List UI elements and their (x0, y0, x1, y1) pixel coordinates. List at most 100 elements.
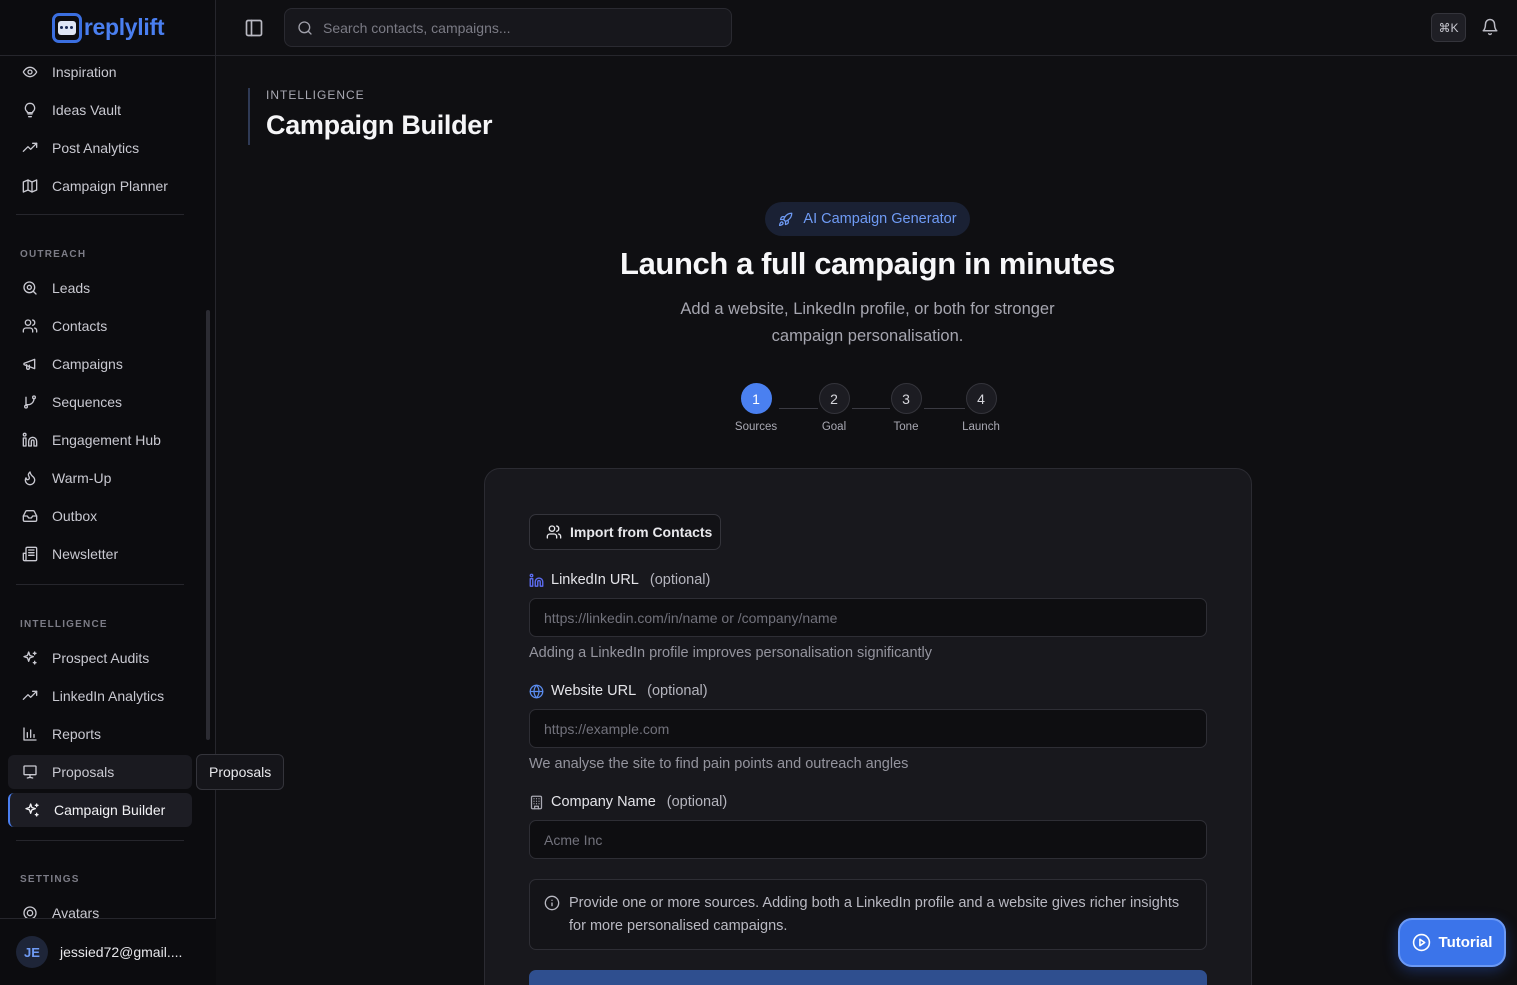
sidebar-item-avatars[interactable]: Avatars (8, 896, 192, 918)
logo-bar: replylift (0, 0, 216, 56)
info-icon (544, 895, 560, 911)
linkedin-url-input[interactable] (529, 598, 1207, 637)
sidebar-item-inspiration[interactable]: Inspiration (8, 56, 192, 89)
page-header: INTELLIGENCE Campaign Builder (248, 88, 493, 145)
sparkles-icon (23, 651, 37, 665)
optional-tag: (optional) (647, 683, 708, 699)
newspaper-icon (22, 546, 38, 562)
megaphone-icon (23, 358, 36, 370)
sidebar-nav: Inspiration Ideas Vault Post Analytics C… (0, 56, 216, 918)
step-number: 1 (740, 383, 772, 414)
sidebar-item-label: Campaign Builder (54, 802, 166, 818)
sidebar-item-ideas-vault[interactable]: Ideas Vault (8, 93, 192, 127)
import-from-contacts-button[interactable]: Import from Contacts (529, 514, 721, 550)
sidebar-item-newsletter[interactable]: Newsletter (8, 537, 192, 571)
section-label-intelligence: INTELLIGENCE (20, 619, 108, 630)
step-number: 4 (965, 383, 997, 414)
sources-form-card: Import from Contacts LinkedIn URL (optio… (484, 468, 1252, 985)
inbox-icon (22, 510, 38, 522)
section-label-settings: SETTINGS (20, 874, 80, 885)
sidebar-toggle-icon[interactable] (244, 18, 264, 38)
field-label-text: Company Name (551, 794, 656, 810)
step-number: 3 (890, 383, 922, 414)
sidebar-divider (16, 214, 184, 215)
sources-info-box: Provide one or more sources. Adding both… (529, 879, 1207, 950)
sidebar: replylift Inspiration Ideas Vault Post A… (0, 0, 216, 985)
git-branch-icon (24, 395, 36, 409)
sidebar-item-post-analytics[interactable]: Post Analytics (8, 131, 192, 165)
search-icon (23, 281, 37, 295)
presentation-icon (23, 765, 37, 779)
sidebar-item-engagement-hub[interactable]: Engagement Hub (8, 423, 192, 457)
trending-up-icon (22, 690, 38, 700)
company-name-input[interactable] (529, 820, 1207, 859)
continue-button[interactable] (529, 970, 1207, 985)
sidebar-item-prospect-audits[interactable]: Prospect Audits (8, 641, 192, 675)
sidebar-item-label: Leads (52, 280, 91, 296)
sidebar-item-label: Proposals (52, 764, 115, 780)
search-box[interactable] (284, 8, 732, 47)
sidebar-item-campaigns[interactable]: Campaigns (8, 347, 192, 381)
sidebar-item-linkedin-analytics[interactable]: LinkedIn Analytics (8, 679, 192, 713)
ai-generator-badge: AI Campaign Generator (765, 202, 970, 236)
brand-logo[interactable]: replylift (51, 12, 165, 43)
sidebar-item-sequences[interactable]: Sequences (8, 385, 192, 419)
step-label: Goal (821, 421, 847, 433)
sidebar-item-label: Contacts (52, 318, 108, 334)
sidebar-item-label: Prospect Audits (52, 650, 150, 666)
sidebar-scrollbar[interactable] (206, 310, 210, 740)
step-sources[interactable]: 1 Sources (726, 383, 786, 433)
trending-up-icon (22, 142, 38, 152)
sidebar-item-label: Campaign Planner (52, 178, 168, 194)
page-eyebrow: INTELLIGENCE (266, 88, 365, 102)
linkedin-icon (529, 573, 544, 587)
sidebar-item-label: Inspiration (52, 64, 117, 80)
step-tone[interactable]: 3 Tone (876, 383, 936, 433)
field-label-text: LinkedIn URL (551, 572, 639, 588)
optional-tag: (optional) (666, 794, 728, 810)
sidebar-item-contacts[interactable]: Contacts (8, 309, 192, 343)
step-launch[interactable]: 4 Launch (951, 383, 1011, 433)
tutorial-button[interactable]: Tutorial (1398, 918, 1506, 967)
avatar: JE (16, 936, 48, 968)
rocket-icon (779, 212, 793, 226)
flame-icon (24, 471, 36, 486)
info-text: Provide one or more sources. Adding both… (569, 895, 1180, 934)
logo-mark-icon (51, 12, 82, 43)
sidebar-item-campaign-builder[interactable]: Campaign Builder (8, 793, 192, 827)
users-icon (546, 525, 562, 539)
sparkles-icon (25, 803, 39, 817)
sidebar-item-campaign-planner[interactable]: Campaign Planner (8, 169, 192, 203)
user-menu[interactable]: JE jessied72@gmail.... (0, 918, 216, 985)
command-shortcut-button[interactable]: ⌘K (1431, 13, 1466, 42)
sidebar-item-label: Newsletter (52, 546, 119, 562)
sidebar-item-proposals[interactable]: Proposals (8, 755, 192, 789)
website-url-label: Website URL (optional) (529, 683, 708, 699)
linkedin-icon (22, 432, 38, 447)
linkedin-help-text: Adding a LinkedIn profile improves perso… (529, 645, 933, 661)
map-icon (22, 179, 38, 193)
step-label: Tone (893, 421, 919, 433)
topbar: ⌘K (216, 0, 1517, 56)
sidebar-item-label: LinkedIn Analytics (52, 688, 165, 704)
step-label: Sources (734, 421, 778, 433)
brand-name: replylift (83, 14, 165, 40)
import-button-label: Import from Contacts (570, 524, 713, 540)
sidebar-item-label: Reports (52, 726, 102, 742)
website-url-input[interactable] (529, 709, 1207, 748)
sidebar-item-reports[interactable]: Reports (8, 717, 192, 751)
sidebar-item-label: Post Analytics (52, 140, 140, 156)
sidebar-item-outbox[interactable]: Outbox (8, 499, 192, 533)
sidebar-item-label: Campaigns (52, 356, 123, 372)
bell-icon[interactable] (1481, 18, 1499, 36)
search-input[interactable] (323, 19, 703, 36)
eye-icon (22, 66, 38, 78)
hero-title: Launch a full campaign in minutes (620, 246, 1115, 281)
sidebar-item-warm-up[interactable]: Warm-Up (8, 461, 192, 495)
step-goal[interactable]: 2 Goal (804, 383, 864, 433)
hero-subtitle: Add a website, LinkedIn profile, or both… (680, 300, 1055, 345)
linkedin-url-label: LinkedIn URL (optional) (529, 572, 710, 588)
field-label-text: Website URL (551, 683, 637, 699)
tutorial-label: Tutorial (1438, 934, 1493, 951)
users-icon (22, 319, 38, 333)
